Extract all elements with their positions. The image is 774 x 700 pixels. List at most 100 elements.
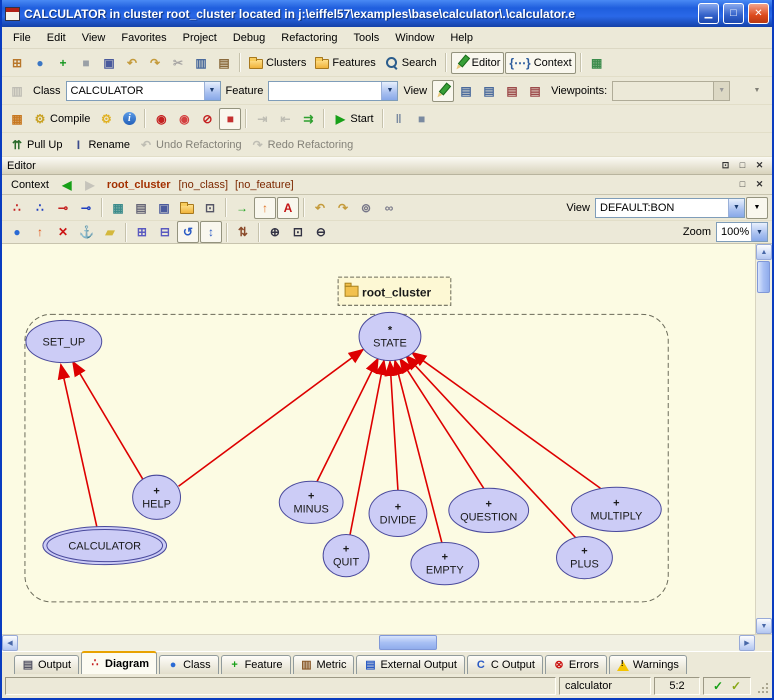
redo-button[interactable]: ↷ [144,52,166,74]
add-item-button[interactable]: + [52,52,74,74]
view-menu-button[interactable] [746,197,768,219]
text-labels-button[interactable]: A [277,197,299,219]
force-layout-button[interactable]: ↕ [200,221,222,243]
debug-run-button[interactable]: ◉ [150,108,172,130]
compile-button[interactable]: ⚙Compile [29,108,94,130]
minimize-button[interactable] [698,3,719,24]
zoom-fit-button[interactable]: ⊡ [287,221,309,243]
tab-class[interactable]: ●Class [159,655,219,674]
pull-up-button[interactable]: ⇈Pull Up [6,136,66,154]
context-close-button[interactable]: ✕ [752,178,767,192]
run-ignore-button[interactable]: ⇉ [297,108,319,130]
clusters-button[interactable]: Clusters [245,52,310,74]
delete-figure-button[interactable]: ✕ [52,221,74,243]
view-combobox-value[interactable]: DEFAULT:BON [596,202,728,214]
reset-layout-button[interactable]: ⊟ [154,221,176,243]
external-editor-button[interactable]: ▦ [586,52,608,74]
tab-output[interactable]: ▤Output [14,655,79,674]
analysis-ok-icon[interactable]: ✓ [709,678,727,694]
class-node-multiply[interactable]: +MULTIPLY [571,487,661,531]
feature-combobox[interactable] [268,81,398,101]
diagram-redo-button[interactable]: ↷ [332,197,354,219]
start-button[interactable]: ▶Start [329,108,377,130]
tab-diagram[interactable]: ∴Diagram [81,651,157,674]
zoom-combobox[interactable]: 100% [716,222,768,242]
menu-edit[interactable]: Edit [39,29,74,47]
tab-errors[interactable]: ⊗Errors [545,655,607,674]
menu-project[interactable]: Project [175,29,225,47]
new-window-button[interactable]: ⊞ [6,52,28,74]
view-combobox[interactable]: DEFAULT:BON [595,198,745,218]
close-button[interactable] [748,3,769,24]
diagram-canvas[interactable]: root_cluster SET_UP *STATE +HELP CALCULATOR +… [2,244,755,634]
scroll-right-button[interactable] [739,635,755,651]
menu-window[interactable]: Window [387,29,442,47]
inheritance-link-calculator-to-set_up[interactable] [61,365,97,527]
class-node-empty[interactable]: +EMPTY [411,543,479,585]
inheritance-figure-button[interactable]: ↑ [29,221,51,243]
menu-refactoring[interactable]: Refactoring [273,29,345,47]
menu-help[interactable]: Help [442,29,481,47]
toggle-links-button[interactable]: ∞ [378,197,400,219]
class-combobox-arrow-icon[interactable] [204,82,220,100]
resize-grip[interactable] [754,677,770,695]
inheritance-link-tool-button[interactable]: ⊸ [75,197,97,219]
class-node-set_up[interactable]: SET_UP [26,320,102,362]
paste-button[interactable]: ▤ [213,52,235,74]
open-button[interactable]: ● [29,52,51,74]
save-diagram-button[interactable]: ▣ [153,197,175,219]
inheritance-link-question-to-state[interactable] [400,359,484,489]
horizontal-scrollbar[interactable] [2,634,772,651]
scroll-down-button[interactable] [756,618,772,634]
tab-warnings[interactable]: Warnings [609,655,687,674]
menu-view[interactable]: View [74,29,114,47]
interface-view-button[interactable]: ▤ [524,80,546,102]
class-node-state[interactable]: *STATE [359,312,421,360]
new-class-button[interactable]: ∴ [6,197,28,219]
inheritance-link-divide-to-state[interactable] [390,362,398,491]
class-combobox[interactable]: CALCULATOR [66,81,221,101]
open-diagram-button[interactable] [176,197,198,219]
bon-diagram[interactable]: root_cluster SET_UP *STATE +HELP CALCULATOR +… [2,244,755,634]
erase-button[interactable]: ▰ [99,221,121,243]
depth-button[interactable]: ⇅ [232,221,254,243]
zoom-combobox-arrow-icon[interactable] [751,223,767,241]
freeze-button[interactable]: ■ [75,52,97,74]
features-button[interactable]: Features [311,52,379,74]
scroll-up-button[interactable] [756,244,772,260]
context-button[interactable]: {⋯}Context [505,52,575,74]
cluster-label[interactable]: root_cluster [338,277,451,305]
circular-layout-button[interactable]: ↺ [177,221,199,243]
rename-button[interactable]: IRename [67,136,134,154]
diagram-undo-button[interactable]: ↶ [309,197,331,219]
vertical-scroll-track[interactable] [756,260,772,618]
client-link-button[interactable]: ⊸ [52,197,74,219]
menu-tools[interactable]: Tools [346,29,388,47]
horizontal-scroll-thumb[interactable] [379,635,437,650]
editor-maximize-button[interactable]: □ [735,159,750,173]
titlebar[interactable]: CALCULATOR in cluster root_cluster locat… [2,0,772,27]
new-cluster-button[interactable]: ∴ [29,197,51,219]
print-diagram-button[interactable]: ▤ [130,197,152,219]
editor-close-button[interactable]: ✕ [752,159,767,173]
menu-favorites[interactable]: Favorites [113,29,174,47]
export-image-button[interactable]: ▦ [107,197,129,219]
flat-view-button[interactable]: ▤ [478,80,500,102]
sync-ok-icon[interactable]: ✓ [727,678,745,694]
melt-button[interactable]: ▦ [6,108,28,130]
zoom-combobox-value[interactable]: 100% [717,226,751,238]
copy-button[interactable]: ▥ [190,52,212,74]
save-button[interactable]: ▣ [98,52,120,74]
tab-metric[interactable]: ▥Metric [293,655,355,674]
show-ancestors-button[interactable]: ↑ [254,197,276,219]
class-node-help[interactable]: +HELP [133,475,181,519]
info-button[interactable]: i [118,108,140,130]
pause-button[interactable]: ‖ [388,108,410,130]
crop-view-button[interactable]: ⊡ [199,197,221,219]
feature-combobox-arrow-icon[interactable] [381,82,397,100]
class-node-calculator[interactable]: CALCULATOR [43,526,167,564]
search-button[interactable]: Search [381,52,441,74]
contract-view-button[interactable]: ▤ [501,80,523,102]
breadcrumb-feature[interactable]: [no_feature] [233,179,296,191]
toggle-quality-button[interactable]: ⊚ [355,197,377,219]
